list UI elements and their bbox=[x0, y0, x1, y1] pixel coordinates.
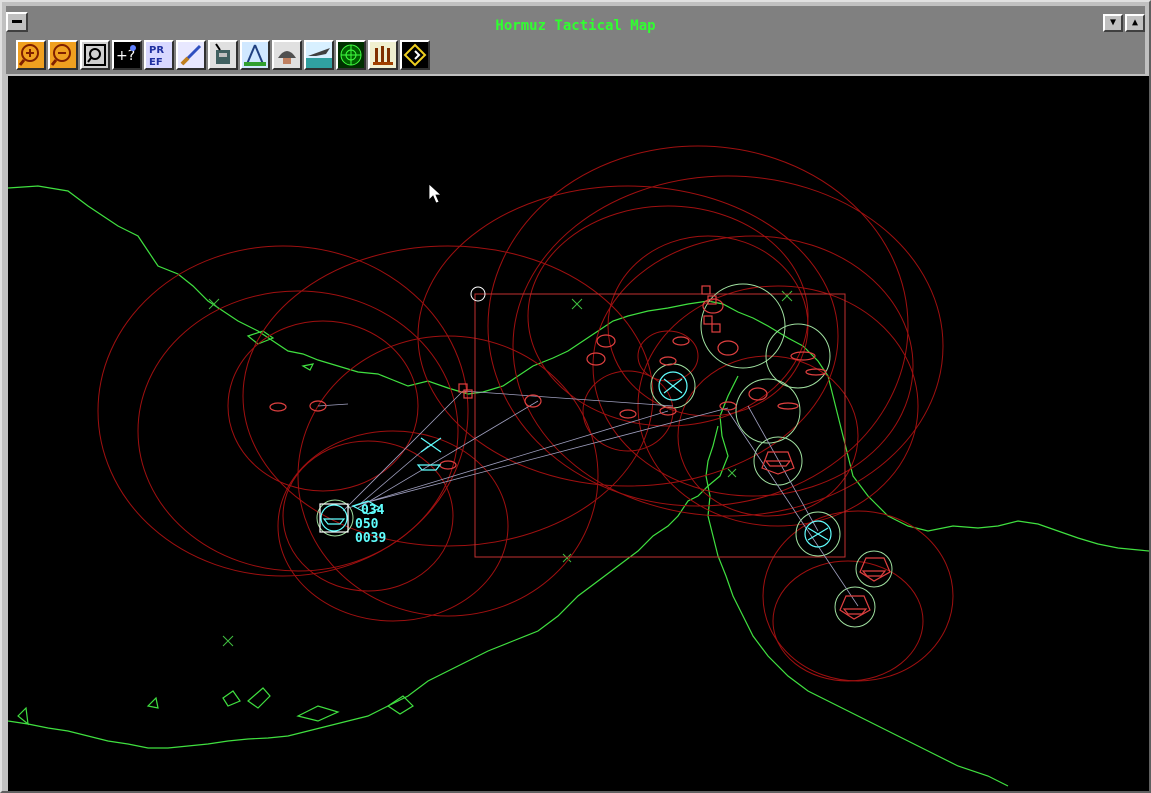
helmet-button[interactable] bbox=[272, 40, 302, 70]
preferences-icon: PREF bbox=[149, 45, 164, 68]
minimize-button[interactable]: ▼ bbox=[1103, 14, 1123, 32]
radio-button[interactable] bbox=[208, 40, 238, 70]
radar-icon bbox=[340, 44, 362, 66]
unit-label-line3: 0039 bbox=[355, 531, 386, 546]
helmet-icon bbox=[278, 51, 296, 64]
preferences-button[interactable]: PR EF bbox=[144, 40, 174, 70]
compass-button[interactable] bbox=[240, 40, 270, 70]
zoom-fit-button[interactable] bbox=[80, 40, 110, 70]
aircraft-button[interactable] bbox=[304, 40, 334, 70]
maximize-button[interactable]: ▲ bbox=[1125, 14, 1145, 32]
radio-icon bbox=[215, 43, 230, 64]
zoom-in-icon bbox=[18, 44, 39, 66]
diamond-icon bbox=[403, 43, 427, 67]
svg-text:EF: EF bbox=[149, 57, 163, 68]
missile-icon bbox=[373, 46, 393, 65]
enemy-units bbox=[269, 285, 891, 620]
tactical-map[interactable]: 034 050 0039 bbox=[8, 76, 1149, 791]
map-canvas: 034 050 0039 bbox=[8, 145, 1149, 787]
title-bar: Hormuz Tactical Map ▼ ▲ bbox=[6, 6, 1145, 34]
aircraft-icon bbox=[306, 48, 332, 68]
waypoint-icon: +? bbox=[116, 45, 136, 64]
data-links bbox=[317, 390, 859, 607]
range-rings bbox=[97, 145, 954, 682]
compass-icon bbox=[244, 44, 266, 66]
tactical-map-window: Hormuz Tactical Map ▼ ▲ +? PR EF 034 050… bbox=[0, 0, 1151, 793]
land-markers bbox=[208, 290, 793, 647]
radar-button[interactable] bbox=[336, 40, 366, 70]
waypoint-button[interactable]: +? bbox=[112, 40, 142, 70]
zoom-in-button[interactable] bbox=[16, 40, 46, 70]
zoom-fit-icon bbox=[84, 44, 106, 66]
mouse-cursor-icon bbox=[428, 183, 443, 204]
coastline bbox=[8, 185, 1149, 787]
toolbar: +? PR EF bbox=[6, 34, 1145, 74]
svg-text:PR: PR bbox=[149, 45, 164, 56]
zoom-out-button[interactable] bbox=[48, 40, 78, 70]
zoom-out-icon bbox=[50, 44, 71, 66]
missile-button[interactable] bbox=[368, 40, 398, 70]
brush-icon bbox=[180, 44, 202, 66]
window-title: Hormuz Tactical Map bbox=[495, 18, 656, 34]
brush-button[interactable] bbox=[176, 40, 206, 70]
unit-label-line1: 034 bbox=[361, 503, 385, 518]
diamond-button[interactable] bbox=[400, 40, 430, 70]
unit-label-line2: 050 bbox=[355, 517, 379, 532]
